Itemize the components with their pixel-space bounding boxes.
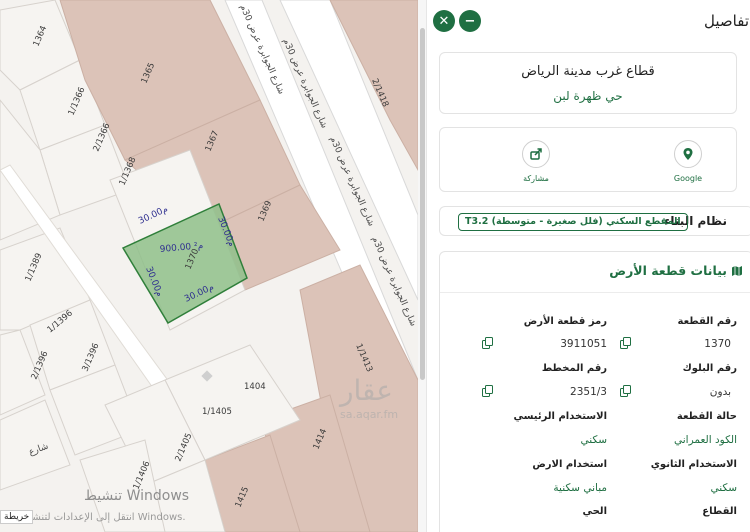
plan-number-value: 2351/3	[570, 386, 607, 398]
brand-watermark-url: sa.aqar.fm	[340, 408, 398, 421]
map-pin-icon	[674, 140, 702, 168]
panel-title: تفاصيل	[704, 12, 749, 30]
close-icon: ✕	[438, 13, 450, 29]
map-view[interactable]: 1364 1365 1/1366 2/1366 1367 1/1368 1369…	[0, 0, 418, 532]
plot-number-label: رقم القطعة	[677, 316, 737, 327]
actions-card: Google مشاركة	[439, 127, 737, 192]
district-label: الحي	[582, 506, 607, 517]
windows-activation-title: تنشيط Windows	[84, 488, 190, 504]
parcel-label: 1/1405	[202, 407, 232, 417]
block-number-label: رقم البلوك	[682, 363, 737, 374]
copy-icon[interactable]	[482, 337, 493, 349]
share-button[interactable]: مشاركة	[506, 140, 566, 183]
building-system-card: نظام البناء T3.2 المقطع السكني (فلل صغير…	[439, 206, 750, 236]
district-name: حي ظهرة لبن	[553, 89, 623, 103]
sector-label: القطاع	[702, 506, 737, 517]
secondary-use-label: الاستخدام الثانوي	[650, 459, 737, 470]
share-label: مشاركة	[523, 174, 549, 183]
close-button[interactable]: ✕	[433, 10, 455, 32]
scrollbar-thumb[interactable]	[420, 28, 425, 380]
google-maps-button[interactable]: Google	[658, 140, 718, 183]
details-panel: ✕ − تفاصيل قطاع غرب مدينة الرياض حي ظهرة…	[418, 0, 750, 532]
copy-icon[interactable]	[482, 385, 493, 397]
map-icon	[731, 265, 743, 277]
plot-number-value: 1370	[704, 338, 731, 350]
main-use-value: سكني	[580, 434, 607, 446]
section-title: بيانات قطعة الأرض	[609, 263, 727, 278]
minimize-icon: −	[464, 13, 476, 29]
map-canvas[interactable]: 1364 1365 1/1366 2/1366 1367 1/1368 1369…	[0, 0, 418, 532]
panel-header: ✕ − تفاصيل	[429, 6, 750, 36]
block-number-value: بدون	[709, 386, 731, 398]
secondary-use-value: سكني	[710, 482, 737, 494]
plan-number-label: رقم المخطط	[541, 363, 607, 374]
copy-icon[interactable]	[620, 385, 631, 397]
share-icon	[522, 140, 550, 168]
panel-scrollbar[interactable]	[418, 0, 427, 532]
map-tab-label[interactable]: خريطة	[0, 510, 34, 524]
main-use-label: الاستخدام الرئيسي	[513, 411, 607, 422]
plot-code-value: 3911051	[560, 338, 607, 350]
plot-status-label: حالة القطعة	[676, 411, 737, 422]
plot-code-label: رمز قطعة الأرض	[523, 316, 607, 327]
copy-icon[interactable]	[620, 337, 631, 349]
google-label: Google	[673, 174, 703, 183]
land-use-label: استخدام الارض	[532, 459, 607, 470]
building-system-value: T3.2 المقطع السكني (فلل صغيرة - متوسطة)	[458, 213, 688, 231]
location-card: قطاع غرب مدينة الرياض حي ظهرة لبن	[439, 52, 737, 114]
plot-status-value: الكود العمراني	[674, 434, 737, 446]
minimize-button[interactable]: −	[459, 10, 481, 32]
land-use-value: مباني سكنية	[553, 482, 607, 494]
city-sector: قطاع غرب مدينة الرياض	[521, 64, 655, 79]
section-divider	[440, 292, 750, 293]
brand-watermark: عقار	[338, 374, 393, 407]
land-data-section: بيانات قطعة الأرض رقم القطعة رمز قطعة ال…	[439, 251, 750, 532]
parcel-label: 1404	[244, 382, 266, 392]
windows-activation-subtitle: انتقل إلى الإعدادات لتنشيط Windows.	[20, 512, 186, 523]
